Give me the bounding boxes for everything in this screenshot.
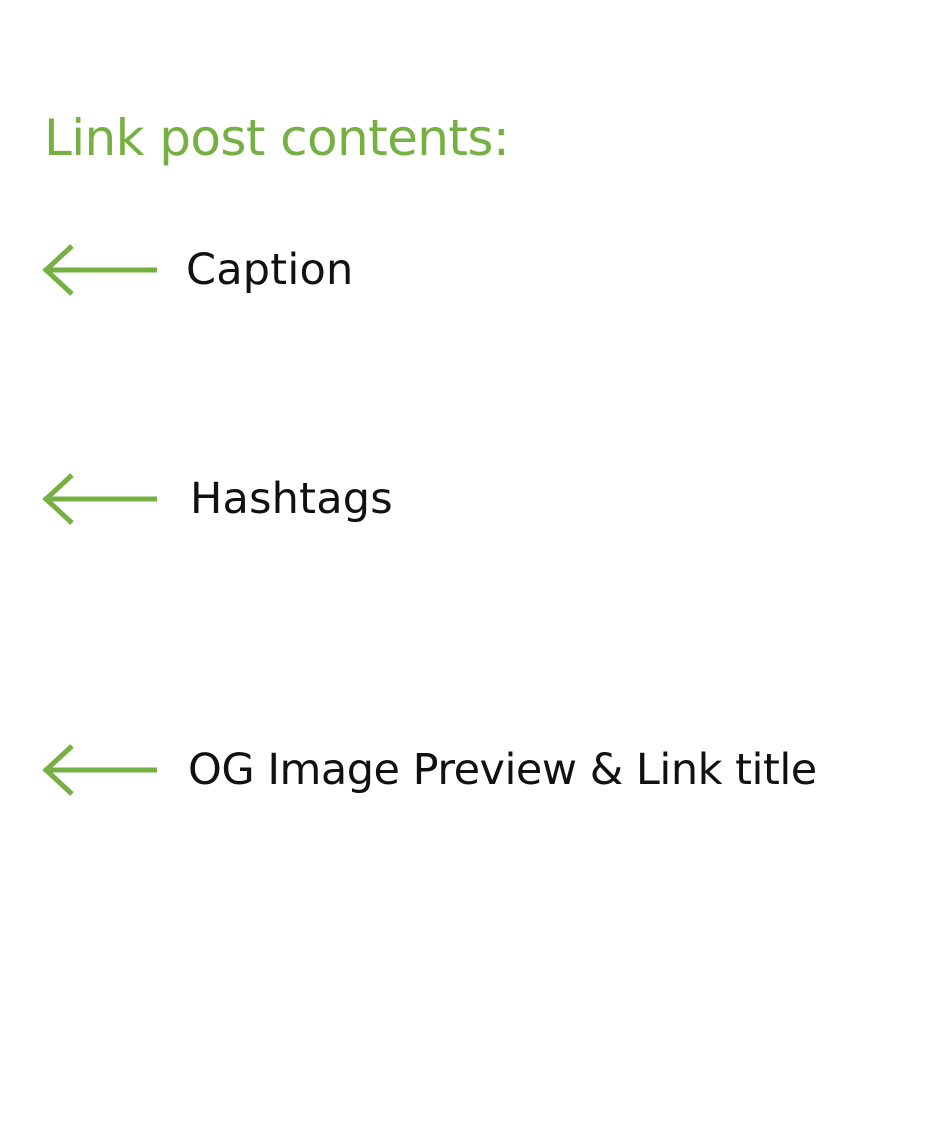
list-item-og-image-preview: OG Image Preview & Link title xyxy=(40,740,817,800)
arrow-left-icon xyxy=(40,469,160,529)
arrow-left-icon xyxy=(40,240,160,300)
page-title: Link post contents: xyxy=(44,109,510,167)
list-item-label: Hashtags xyxy=(190,473,393,524)
list-item-caption: Caption xyxy=(40,240,353,300)
list-item-label: Caption xyxy=(186,244,354,295)
list-item-label: OG Image Preview & Link title xyxy=(188,744,817,795)
arrow-left-icon xyxy=(40,740,160,800)
list-item-hashtags: Hashtags xyxy=(40,469,393,529)
